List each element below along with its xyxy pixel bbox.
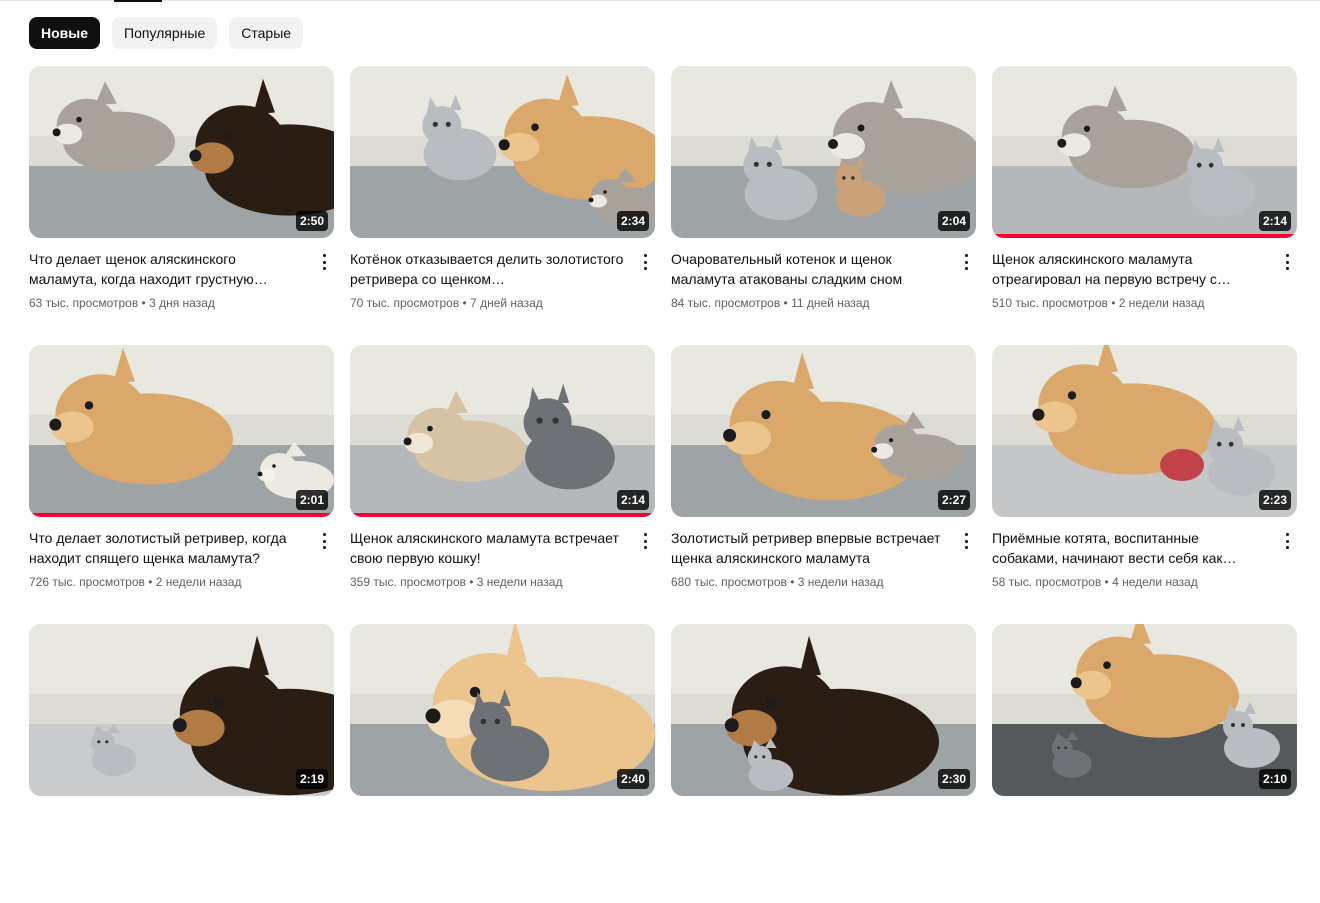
more-actions-icon[interactable] — [637, 531, 653, 551]
video-title[interactable]: Очаровательный котенок и щенок маламута … — [671, 249, 946, 289]
video-title[interactable]: Щенок аляскинского маламута отреагировал… — [992, 249, 1267, 289]
duration-badge: 2:27 — [937, 490, 970, 510]
duration-badge: 2:23 — [1258, 490, 1291, 510]
video-info: 680 тыс. просмотров • 3 недели назад — [671, 573, 946, 591]
more-actions-icon[interactable] — [316, 252, 332, 272]
more-actions-icon[interactable] — [316, 531, 332, 551]
view-count: 680 тыс. просмотров — [671, 575, 787, 589]
duration-badge: 2:19 — [295, 769, 328, 789]
video-card[interactable]: 2:23 Приёмные котята, воспитанные собака… — [992, 345, 1297, 624]
chip-old[interactable]: Старые — [229, 17, 304, 49]
video-thumbnail[interactable]: 2:14 — [992, 66, 1297, 238]
video-thumbnail[interactable]: 2:01 — [29, 345, 334, 517]
video-card[interactable]: 2:50 Что делает щенок аляскинского малам… — [29, 66, 334, 345]
video-title[interactable]: Золотистый ретривер впервые встречает ще… — [671, 528, 946, 568]
duration-badge: 2:01 — [295, 490, 328, 510]
video-info: 726 тыс. просмотров • 2 недели назад — [29, 573, 304, 591]
info-separator: • — [1101, 575, 1113, 589]
more-actions-icon[interactable] — [958, 252, 974, 272]
video-card[interactable]: 2:19 — [29, 624, 334, 903]
video-thumbnail[interactable]: 2:19 — [29, 624, 334, 796]
video-thumbnail[interactable]: 2:34 — [350, 66, 655, 238]
view-count: 84 тыс. просмотров — [671, 296, 781, 310]
video-card[interactable]: 2:30 — [671, 624, 976, 903]
upload-age: 2 недели назад — [1118, 296, 1205, 310]
view-count: 359 тыс. просмотров — [350, 575, 466, 589]
info-separator: • — [1107, 296, 1119, 310]
view-count: 63 тыс. просмотров — [29, 296, 139, 310]
sort-chips: Новые Популярные Старые — [29, 17, 304, 49]
video-card[interactable]: 2:40 — [350, 624, 655, 903]
top-divider — [0, 0, 1320, 1]
more-actions-icon[interactable] — [1279, 252, 1295, 272]
upload-age: 4 недели назад — [1112, 575, 1198, 589]
video-card[interactable]: 2:04 Очаровательный котенок и щенок мала… — [671, 66, 976, 345]
info-separator: • — [138, 296, 150, 310]
video-info: 359 тыс. просмотров • 3 недели назад — [350, 573, 625, 591]
more-actions-icon[interactable] — [1279, 531, 1295, 551]
video-card[interactable]: 2:27 Золотистый ретривер впервые встреча… — [671, 345, 976, 624]
video-info: 63 тыс. просмотров • 3 дня назад — [29, 294, 304, 312]
video-title[interactable]: Что делает щенок аляскинского маламута, … — [29, 249, 304, 289]
view-count: 70 тыс. просмотров — [350, 296, 460, 310]
video-card[interactable]: 2:34 Котёнок отказывается делить золотис… — [350, 66, 655, 345]
duration-badge: 2:04 — [937, 211, 970, 231]
chip-popular[interactable]: Популярные — [112, 17, 218, 49]
video-thumbnail[interactable]: 2:40 — [350, 624, 655, 796]
video-thumbnail[interactable]: 2:50 — [29, 66, 334, 238]
duration-badge: 2:10 — [1258, 769, 1291, 789]
video-grid: 2:50 Что делает щенок аляскинского малам… — [29, 66, 1297, 903]
duration-badge: 2:40 — [616, 769, 649, 789]
upload-age: 2 недели назад — [155, 575, 242, 589]
video-thumbnail[interactable]: 2:30 — [671, 624, 976, 796]
video-thumbnail[interactable]: 2:23 — [992, 345, 1297, 517]
duration-badge: 2:14 — [1258, 211, 1291, 231]
video-info: 58 тыс. просмотров • 4 недели назад — [992, 573, 1267, 591]
duration-badge: 2:14 — [616, 490, 649, 510]
video-thumbnail[interactable]: 2:14 — [350, 345, 655, 517]
upload-age: 7 дней назад — [470, 296, 543, 310]
video-thumbnail[interactable]: 2:10 — [992, 624, 1297, 796]
more-actions-icon[interactable] — [637, 252, 653, 272]
upload-age: 3 недели назад — [476, 575, 563, 589]
video-info: 70 тыс. просмотров • 7 дней назад — [350, 294, 625, 312]
chip-new[interactable]: Новые — [29, 17, 101, 49]
upload-age: 3 недели назад — [797, 575, 884, 589]
duration-badge: 2:34 — [616, 211, 649, 231]
info-separator: • — [465, 575, 477, 589]
info-separator: • — [786, 575, 798, 589]
video-info: 510 тыс. просмотров • 2 недели назад — [992, 294, 1267, 312]
video-card[interactable]: 2:01 Что делает золотистый ретривер, ког… — [29, 345, 334, 624]
view-count: 58 тыс. просмотров — [992, 575, 1102, 589]
video-title[interactable]: Что делает золотистый ретривер, когда на… — [29, 528, 304, 568]
duration-badge: 2:30 — [937, 769, 970, 789]
info-separator: • — [780, 296, 792, 310]
video-title[interactable]: Котёнок отказывается делить золотистого … — [350, 249, 625, 289]
duration-badge: 2:50 — [295, 211, 328, 231]
video-card[interactable]: 2:14 Щенок аляскинского маламута отреаги… — [992, 66, 1297, 345]
info-separator: • — [459, 296, 471, 310]
video-card[interactable]: 2:10 — [992, 624, 1297, 903]
video-card[interactable]: 2:14 Щенок аляскинского маламута встреча… — [350, 345, 655, 624]
more-actions-icon[interactable] — [958, 531, 974, 551]
view-count: 510 тыс. просмотров — [992, 296, 1108, 310]
video-thumbnail[interactable]: 2:04 — [671, 66, 976, 238]
upload-age: 3 дня назад — [149, 296, 215, 310]
upload-age: 11 дней назад — [791, 296, 870, 310]
info-separator: • — [144, 575, 156, 589]
video-thumbnail[interactable]: 2:27 — [671, 345, 976, 517]
video-title[interactable]: Щенок аляскинского маламута встречает св… — [350, 528, 625, 568]
video-info: 84 тыс. просмотров • 11 дней назад — [671, 294, 946, 312]
active-tab-indicator — [114, 0, 162, 2]
view-count: 726 тыс. просмотров — [29, 575, 145, 589]
video-title[interactable]: Приёмные котята, воспитанные собаками, н… — [992, 528, 1267, 568]
